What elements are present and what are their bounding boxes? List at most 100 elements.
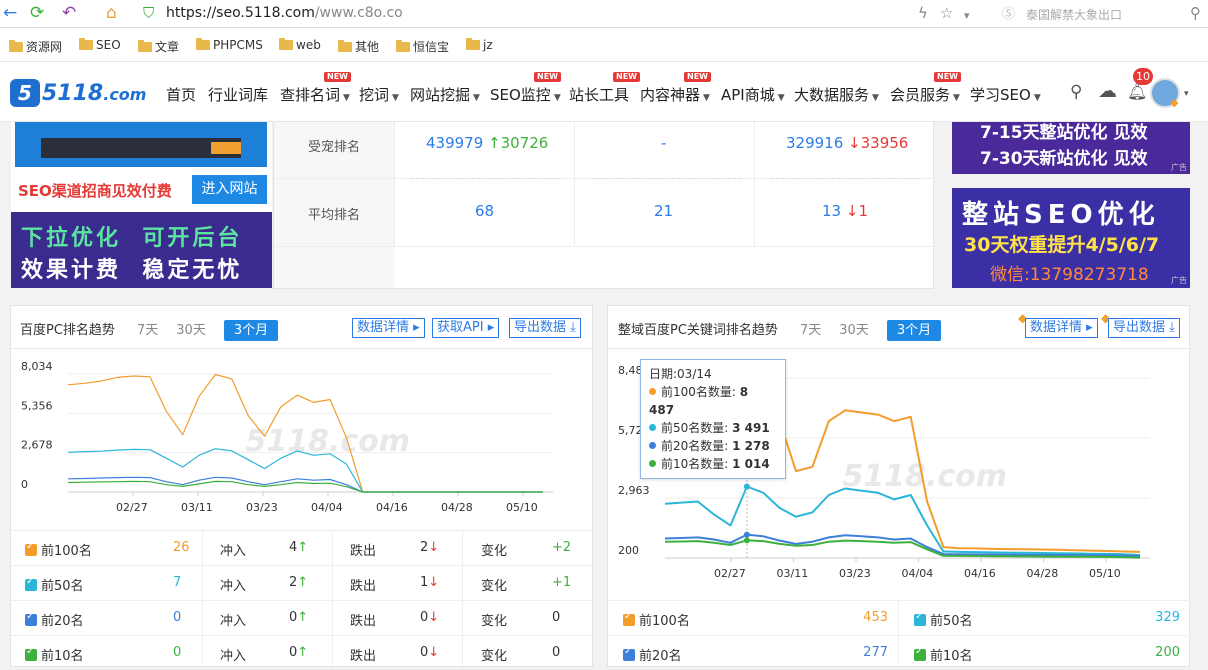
- rank-value: 13 ↓1: [822, 202, 868, 220]
- chevron-down-icon[interactable]: ▼: [778, 93, 785, 103]
- stats-cell: 前20名 277: [608, 635, 899, 670]
- chevron-down-icon[interactable]: ▼: [343, 93, 350, 103]
- rank-table: 受宠排名 平均排名 439979 ↑30726 - 329916 ↓33956 …: [273, 122, 935, 289]
- nav-item[interactable]: 大数据服务 ▼: [794, 84, 879, 105]
- tab-30d[interactable]: 30天: [839, 323, 869, 338]
- bookmark-item[interactable]: 文章: [138, 38, 179, 55]
- bookmark-item[interactable]: jz: [466, 38, 493, 52]
- data-detail-button[interactable]: 数据详情 ▸: [352, 318, 425, 338]
- left-ad[interactable]: SEO渠道招商见效付费 进入网站 下拉优化 可开后台 效果计费 稳定无忧: [11, 122, 272, 288]
- legend-dot-icon: [649, 424, 656, 431]
- bookmark-item[interactable]: PHPCMS: [196, 38, 263, 52]
- checkbox-icon[interactable]: [623, 646, 635, 661]
- bookmark-item[interactable]: 资源网: [9, 38, 62, 55]
- flash-icon[interactable]: ϟ: [918, 4, 928, 22]
- star-icon[interactable]: ☆: [940, 4, 953, 22]
- left-trend-panel: 百度PC排名趋势 7天 30天 3个月 数据详情 ▸ 获取API ▸ 导出数据 ⤓ …: [10, 305, 594, 670]
- nav-item[interactable]: 行业词库: [208, 84, 268, 105]
- tab-3m[interactable]: 3个月: [886, 320, 942, 341]
- chevron-down-icon[interactable]: ▼: [703, 93, 710, 103]
- col-label: 跌出: [350, 544, 377, 559]
- nav-item[interactable]: 查排名词 ▼: [280, 84, 350, 105]
- folder-icon: [396, 39, 410, 52]
- nav-item[interactable]: 内容神器 ▼: [640, 84, 710, 105]
- stats-label[interactable]: 前20名: [25, 610, 84, 629]
- nav-item[interactable]: 挖词 ▼: [359, 84, 399, 105]
- tab-30d[interactable]: 30天: [176, 323, 206, 338]
- chevron-down-icon[interactable]: ▼: [392, 93, 399, 103]
- tab-7d[interactable]: 7天: [137, 323, 158, 338]
- stats-label[interactable]: 前10名: [25, 645, 84, 664]
- y-tick-label: 8,034: [21, 360, 53, 373]
- site-logo[interactable]: 5 5118.com: [10, 79, 146, 107]
- chevron-down-icon[interactable]: ▼: [554, 93, 561, 103]
- stats-value: 277: [863, 645, 888, 660]
- nav-item[interactable]: 会员服务 ▼: [890, 84, 960, 105]
- search-hint[interactable]: 泰国解禁大象出口: [1026, 6, 1122, 23]
- home-icon[interactable]: ⌂: [106, 4, 117, 22]
- export-data-button[interactable]: 导出数据 ⤓: [509, 318, 581, 338]
- nav-item[interactable]: 网站挖掘 ▼: [410, 84, 480, 105]
- stats-label[interactable]: 前10名: [914, 645, 973, 664]
- url-field[interactable]: https://seo.5118.com/www.c8o.co: [166, 5, 403, 21]
- checkbox-icon[interactable]: [914, 611, 926, 626]
- right-ad-1[interactable]: 7-15天整站优化 见效 7-30天新站优化 见效 广告: [952, 122, 1190, 174]
- chevron-down-icon[interactable]: ▼: [1034, 93, 1041, 103]
- search-icon[interactable]: ⚲: [1070, 82, 1082, 102]
- stats-label[interactable]: 前20名: [623, 645, 682, 664]
- tab-7d[interactable]: 7天: [800, 323, 821, 338]
- undo-icon[interactable]: ↶: [62, 4, 76, 22]
- x-tick-label: 02/27: [116, 501, 148, 514]
- x-tick-label: 04/28: [441, 501, 473, 514]
- ad-banner[interactable]: 下拉优化 可开后台 效果计费 稳定无忧: [11, 212, 272, 288]
- get-api-button[interactable]: 获取API ▸: [432, 318, 500, 338]
- export-data-button[interactable]: 导出数据 ⤓: [1108, 318, 1180, 338]
- series-line-1: [664, 485, 1141, 556]
- new-badge: NEW: [534, 72, 561, 82]
- right-trend-panel: 整域百度PC关键词排名趋势 7天 30天 3个月 ◆ 数据详情 ▸ ◆ 导出数据 ⤓…: [607, 305, 1191, 670]
- x-tick-label: 03/11: [181, 501, 213, 514]
- chevron-down-icon[interactable]: ▾: [1184, 89, 1189, 99]
- col-label: 跌出: [350, 649, 377, 664]
- chevron-down-icon[interactable]: ▼: [872, 93, 879, 103]
- checkbox-icon[interactable]: [25, 646, 37, 661]
- bookmark-item[interactable]: 恒信宝: [396, 38, 449, 55]
- tab-3m[interactable]: 3个月: [223, 320, 279, 341]
- stats-label[interactable]: 前50名: [914, 610, 973, 629]
- bookmark-item[interactable]: web: [279, 38, 321, 52]
- nav-item[interactable]: 站长工具: [569, 84, 629, 105]
- stats-value: 453: [863, 610, 888, 625]
- nav-item[interactable]: API商城 ▼: [721, 84, 785, 105]
- nav-item[interactable]: 首页: [166, 84, 196, 105]
- checkbox-icon[interactable]: [25, 576, 37, 591]
- checkbox-icon[interactable]: [914, 646, 926, 661]
- stats-value: 200: [1155, 645, 1180, 660]
- nav-item[interactable]: SEO监控 ▼: [490, 84, 561, 105]
- checkbox-icon[interactable]: [25, 541, 37, 556]
- stats-label[interactable]: 前50名: [25, 575, 84, 594]
- chevron-down-icon[interactable]: ▼: [953, 93, 960, 103]
- data-detail-button[interactable]: 数据详情 ▸: [1025, 318, 1098, 338]
- refresh-icon[interactable]: ⟳: [30, 4, 44, 22]
- stats-label[interactable]: 前100名: [25, 540, 92, 559]
- dropdown-icon[interactable]: ▾: [964, 7, 970, 25]
- stats-row: 前100名 26 冲入 4↑ 跌出 2↓ 变化 +2: [11, 530, 594, 565]
- stats-count: 26: [173, 540, 190, 555]
- chevron-down-icon[interactable]: ▼: [473, 93, 480, 103]
- col-label: 变化: [481, 544, 508, 559]
- stats-label[interactable]: 前100名: [623, 610, 690, 629]
- checkbox-icon[interactable]: [623, 611, 635, 626]
- back-arrow-icon[interactable]: ←: [3, 4, 17, 22]
- hover-point: [743, 537, 750, 544]
- cloud-download-icon[interactable]: ☁: [1098, 80, 1117, 102]
- nav-item[interactable]: 学习SEO ▼: [970, 84, 1041, 105]
- checkbox-icon[interactable]: [25, 611, 37, 626]
- out-value: 0↓: [420, 610, 440, 625]
- change-value: +2: [552, 540, 572, 555]
- enter-site-button[interactable]: 进入网站: [192, 175, 267, 204]
- right-ad-2[interactable]: 整站SEO优化 30天权重提升4/5/6/7 微信:13798273718 广告: [952, 188, 1190, 288]
- bookmark-item[interactable]: 其他: [338, 38, 379, 55]
- row-label: 受宠排名: [308, 140, 361, 155]
- search-icon[interactable]: ⚲: [1190, 4, 1201, 22]
- bookmark-item[interactable]: SEO: [79, 38, 121, 52]
